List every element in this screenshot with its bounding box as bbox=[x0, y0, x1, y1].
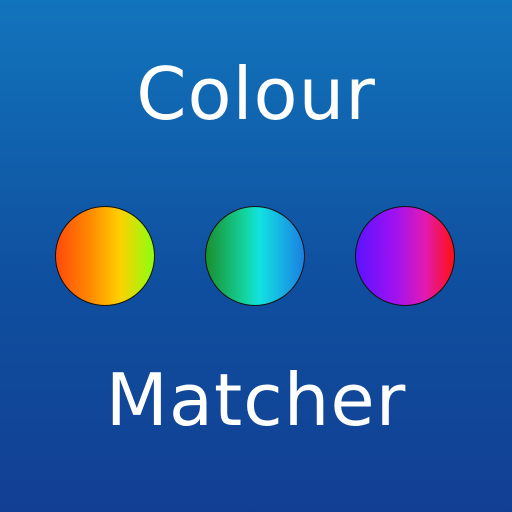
orange-green-gradient-circle-icon bbox=[55, 206, 155, 306]
title-matcher: Matcher bbox=[105, 358, 407, 442]
app-icon-background: Colour Matcher bbox=[0, 0, 512, 512]
green-cyan-blue-gradient-circle-icon bbox=[205, 206, 305, 306]
title-colour: Colour bbox=[136, 52, 376, 136]
color-circles-row bbox=[55, 206, 457, 308]
purple-pink-red-gradient-circle-icon bbox=[355, 206, 455, 306]
